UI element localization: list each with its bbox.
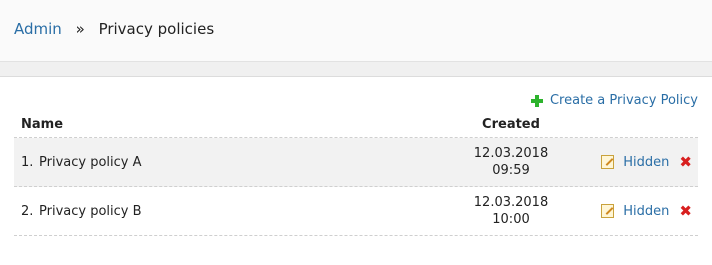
policy-name: Privacy policy A [39,154,142,170]
breadcrumb-admin-link[interactable]: Admin [14,20,62,38]
row-index: 2. [21,203,34,219]
created-date: 12.03.2018 [473,195,549,210]
visibility-toggle-link[interactable]: Hidden [623,155,669,170]
table-row: 1. Privacy policy A 12.03.2018 09:59 Hid… [14,138,698,187]
edit-icon[interactable] [601,155,615,169]
edit-icon[interactable] [601,204,615,218]
create-privacy-policy-label: Create a Privacy Policy [549,93,698,108]
row-actions: Hidden ✖ [571,153,698,171]
policy-name: Privacy policy B [39,203,142,219]
row-index: 1. [21,154,34,170]
divider-stripe [0,62,712,77]
visibility-toggle-link[interactable]: Hidden [623,204,669,219]
plus-icon [530,94,543,107]
created-cell: 12.03.2018 10:00 [451,194,571,228]
table-header: Name Created [14,113,698,138]
breadcrumb: Admin » Privacy policies [14,20,214,38]
column-header-created: Created [482,117,540,132]
column-header-name: Name [21,117,64,132]
created-time: 10:00 [492,212,530,227]
breadcrumb-separator: » [75,20,85,38]
page-header: Admin » Privacy policies [0,0,712,62]
delete-icon[interactable]: ✖ [679,202,692,220]
row-actions: Hidden ✖ [571,202,698,220]
created-cell: 12.03.2018 09:59 [451,145,571,179]
create-privacy-policy-button[interactable]: Create a Privacy Policy [530,93,698,108]
created-date: 12.03.2018 [473,146,549,161]
table-row: 2. Privacy policy B 12.03.2018 10:00 Hid… [14,187,698,236]
delete-icon[interactable]: ✖ [679,153,692,171]
created-time: 09:59 [492,163,530,178]
privacy-policies-table: Name Created 1. Privacy policy A 12.03.2… [14,113,698,236]
page-title: Privacy policies [98,20,215,38]
